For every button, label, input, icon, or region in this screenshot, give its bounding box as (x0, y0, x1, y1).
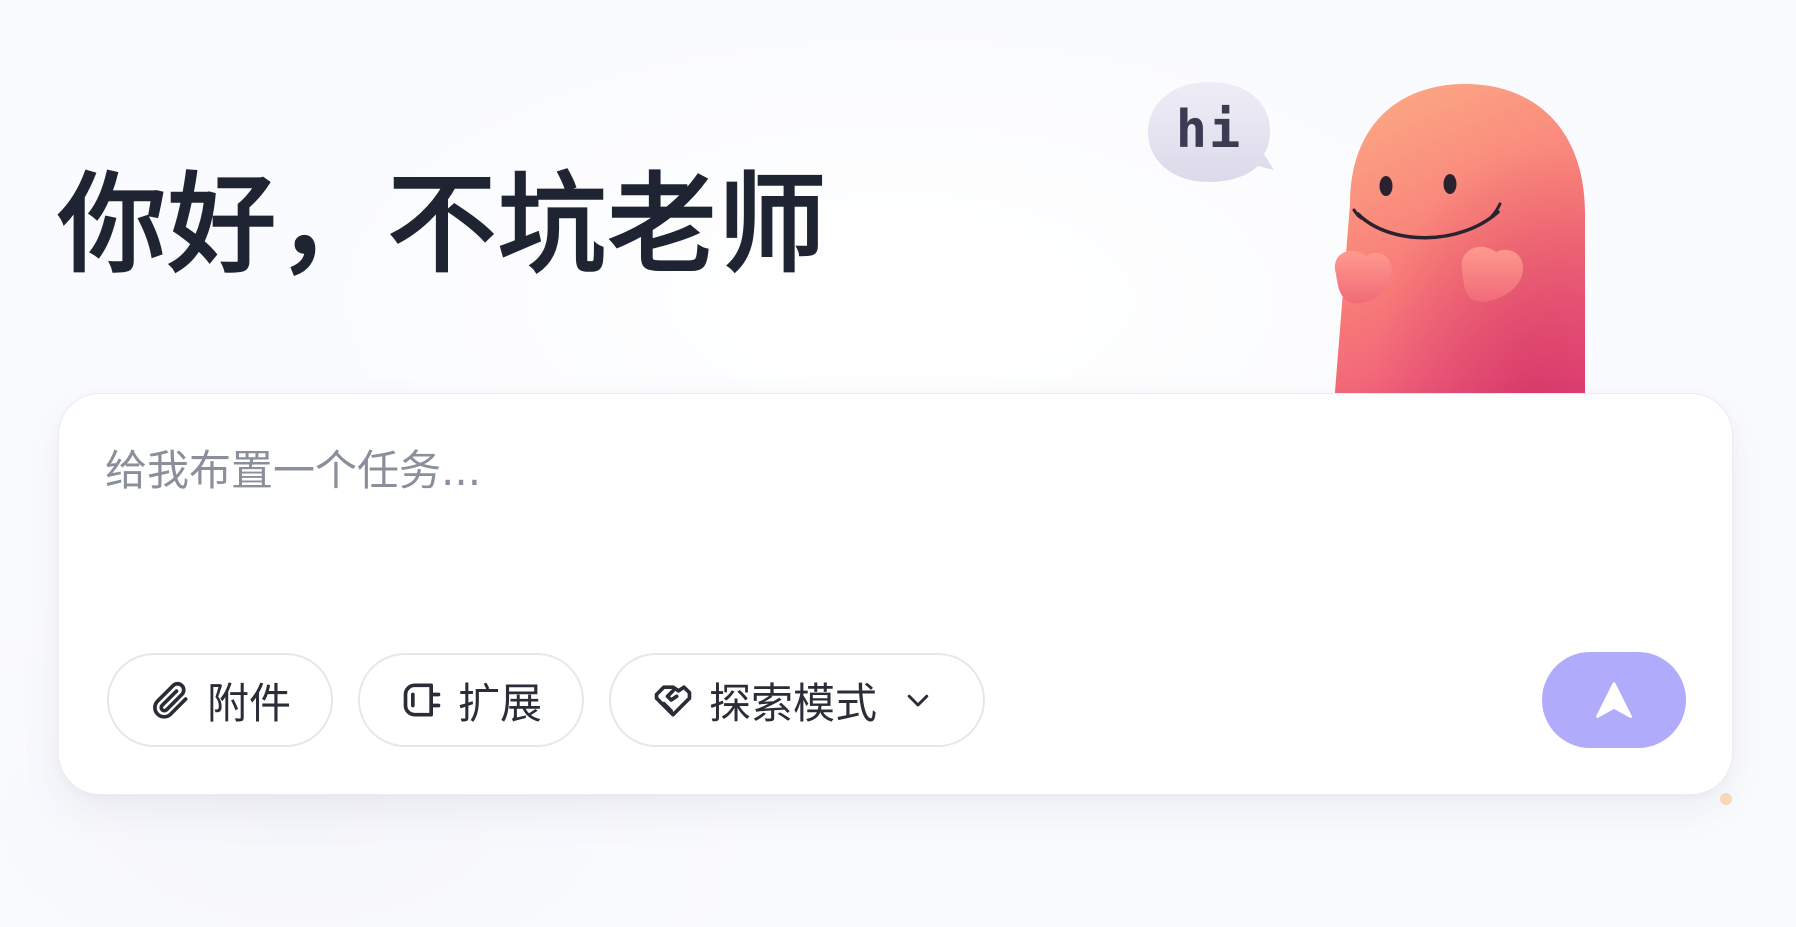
speech-bubble: hi (1142, 80, 1276, 186)
send-button[interactable] (1542, 652, 1686, 748)
attach-label: 附件 (207, 678, 292, 728)
mode-select[interactable]: 探索模式 (609, 653, 985, 747)
mascot: hi (1120, 60, 1680, 395)
mode-label: 探索模式 (709, 678, 878, 728)
extension-button[interactable]: 扩展 (358, 653, 584, 747)
smiling-blob-mascot-icon (1334, 84, 1585, 395)
arrow-up-icon (1596, 682, 1632, 718)
status-dot (1720, 793, 1732, 805)
task-composer: 附件 扩展 探索模式 (58, 393, 1733, 795)
attach-button[interactable]: 附件 (107, 653, 333, 747)
handshake-icon (651, 678, 695, 722)
greeting-title: 你好，不坑老师 (58, 163, 829, 288)
paperclip-icon (149, 678, 193, 722)
task-input[interactable] (105, 446, 1665, 566)
extension-label: 扩展 (458, 678, 543, 728)
speech-text: hi (1175, 100, 1243, 160)
plug-icon (400, 678, 444, 722)
chevron-down-icon (901, 683, 935, 717)
composer-toolbar: 附件 扩展 探索模式 (107, 653, 985, 749)
